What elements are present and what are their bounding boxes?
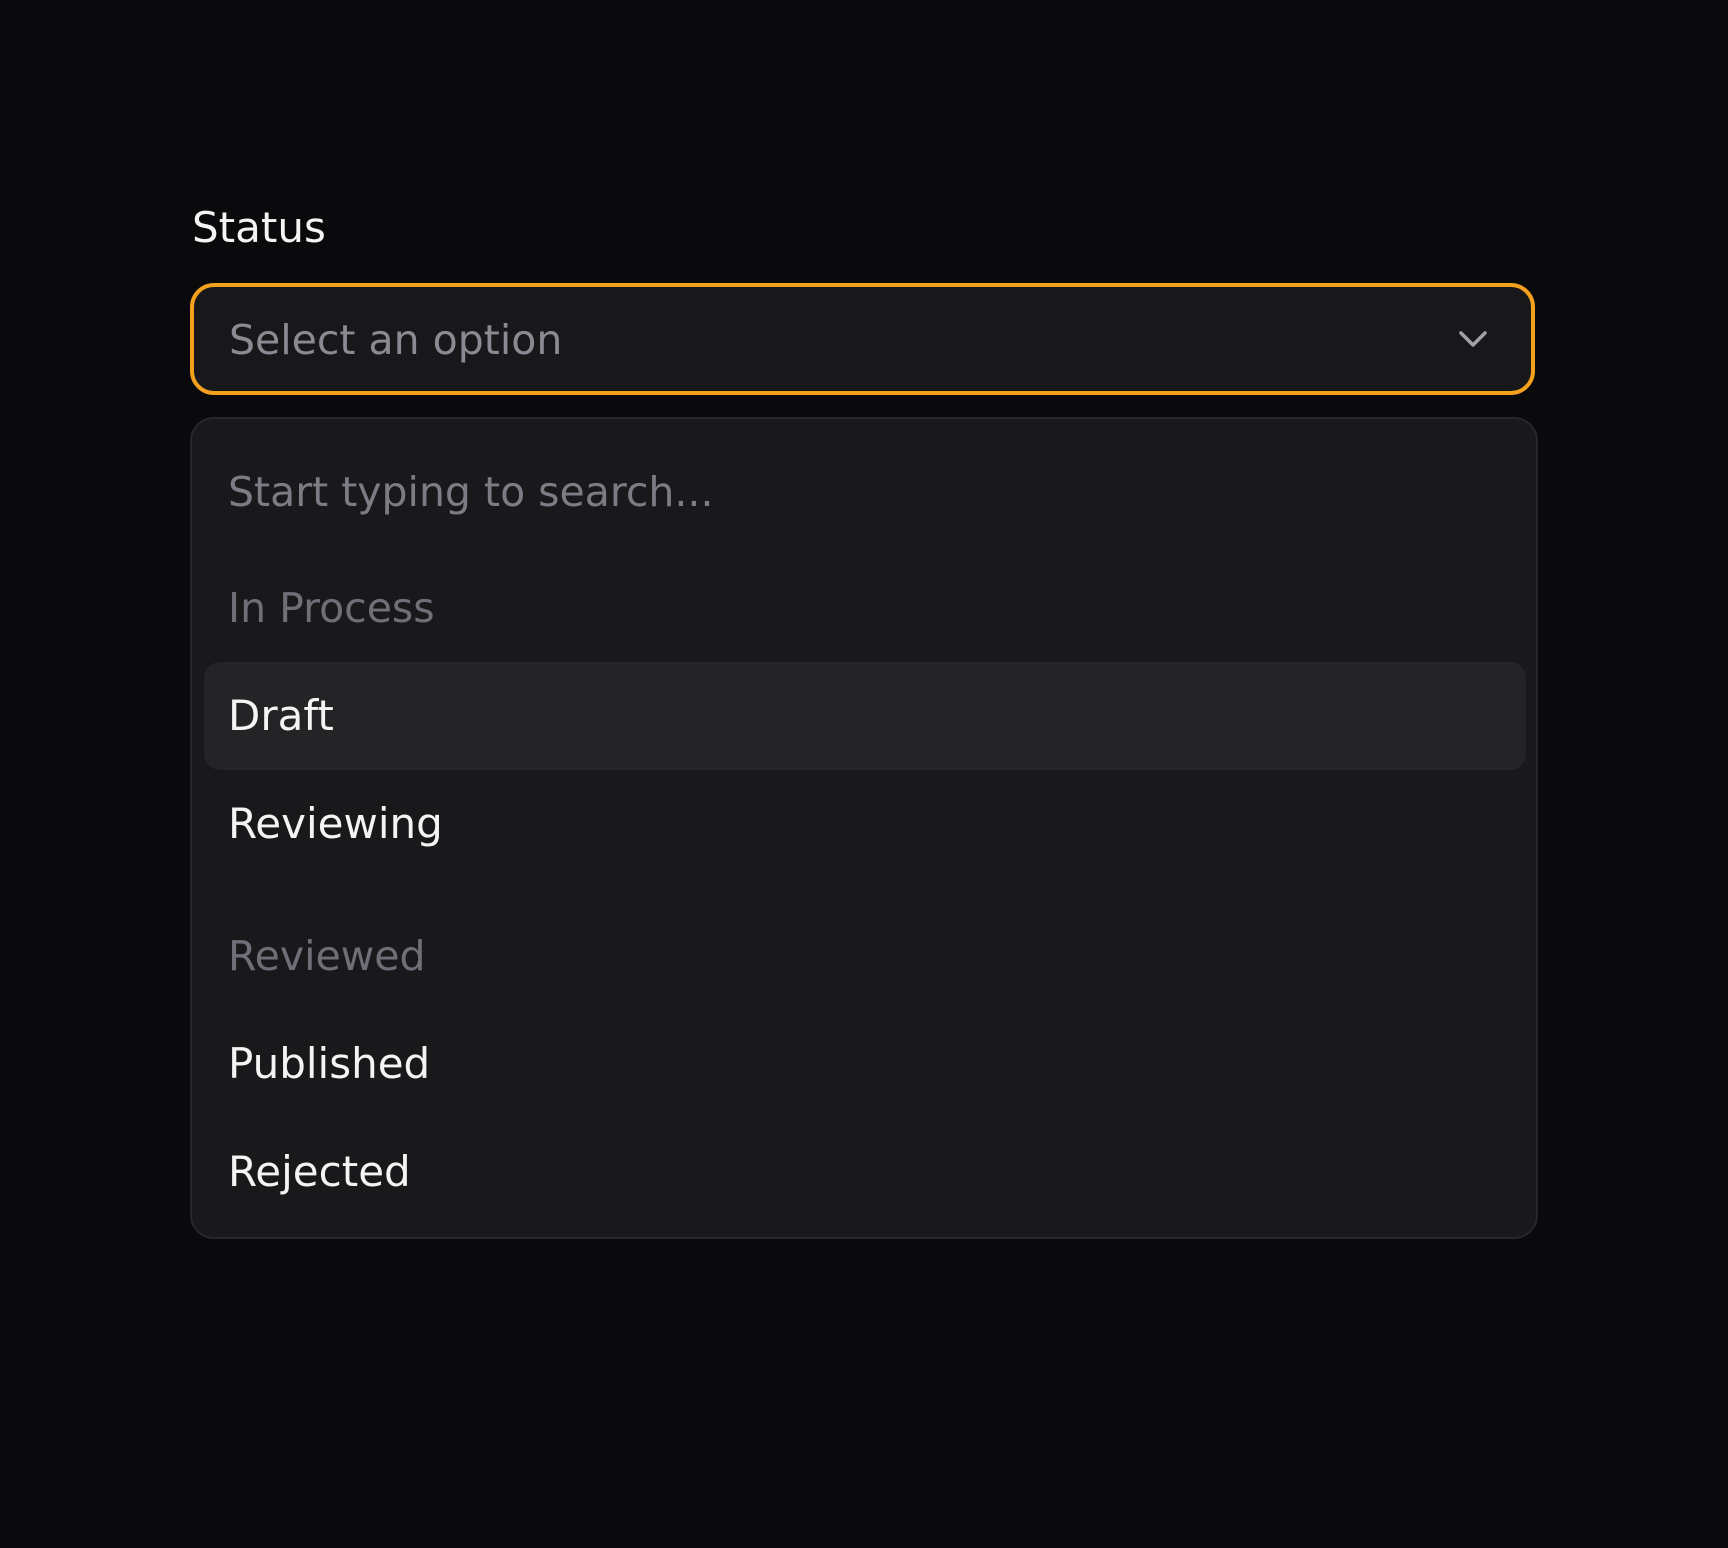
- option-label: Published: [228, 1039, 431, 1088]
- chevron-down-icon[interactable]: [1453, 319, 1493, 359]
- field-label: Status: [192, 203, 326, 252]
- option-published[interactable]: Published: [204, 1010, 1526, 1118]
- option-label: Rejected: [228, 1147, 411, 1196]
- option-reviewing[interactable]: Reviewing: [204, 770, 1526, 878]
- option-draft[interactable]: Draft: [204, 662, 1526, 770]
- status-select[interactable]: Select an option: [190, 283, 1535, 395]
- option-label: Draft: [228, 691, 334, 740]
- option-label: Reviewing: [228, 799, 443, 848]
- search-input[interactable]: [228, 461, 1468, 523]
- group-label-reviewed: Reviewed: [228, 932, 426, 980]
- dropdown-menu: In Process Draft Reviewing Reviewed Publ…: [190, 417, 1538, 1239]
- group-label-in-process: In Process: [228, 584, 435, 632]
- select-placeholder: Select an option: [229, 316, 563, 364]
- option-rejected[interactable]: Rejected: [204, 1118, 1526, 1226]
